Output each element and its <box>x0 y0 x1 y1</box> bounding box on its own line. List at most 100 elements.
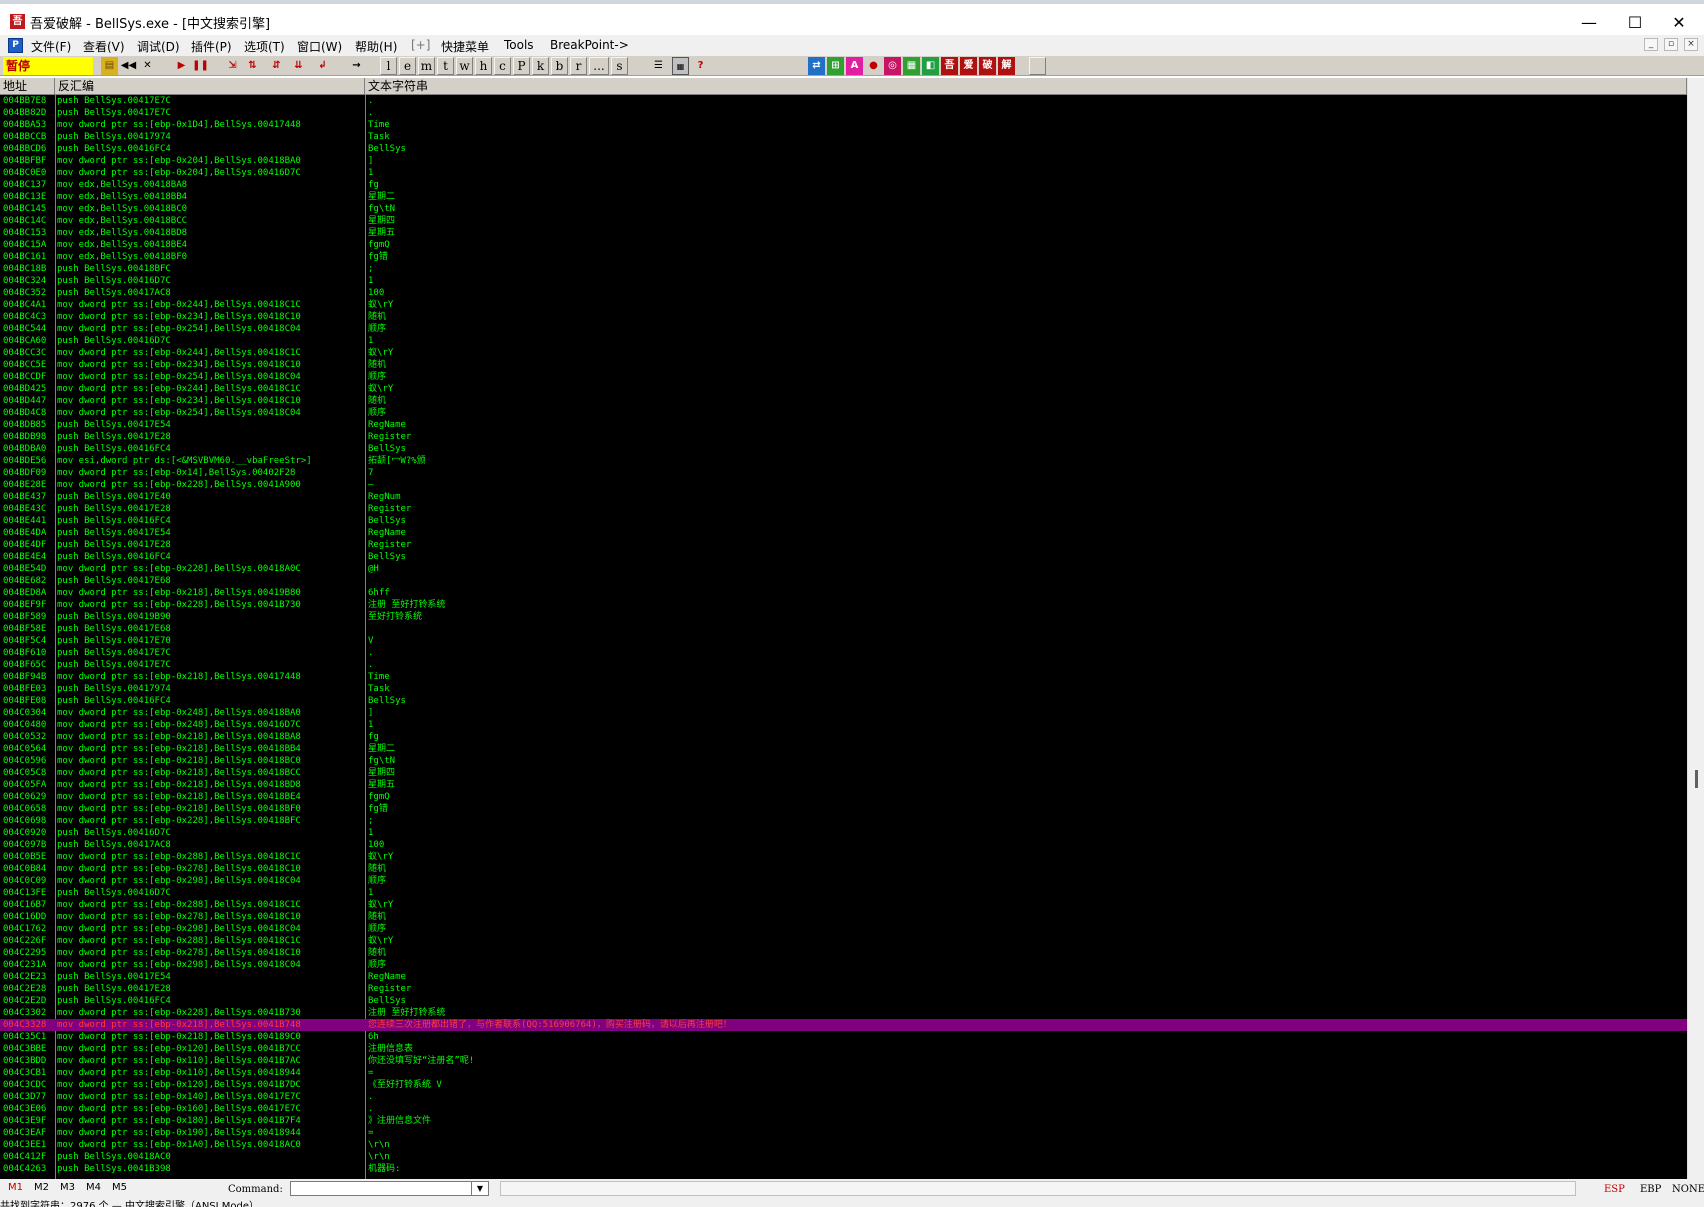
table-row[interactable]: 004C0658 mov dword ptr ss:[ebp-0x218],Bel… <box>0 803 1687 815</box>
tb-handles-button[interactable]: h <box>475 57 492 75</box>
pause-icon[interactable]: ❚❚ <box>192 57 209 75</box>
header-string[interactable]: 文本字符串 <box>365 78 1687 95</box>
menu-breakpoint[interactable]: BreakPoint-> <box>550 38 629 52</box>
table-row[interactable]: 004BE4DF push BellSys.00417E28 Register <box>0 539 1687 551</box>
tab-m3[interactable]: M3 <box>60 1182 75 1193</box>
menu-debug[interactable]: 调试(D) <box>137 38 180 55</box>
table-row[interactable]: 004C1762 mov dword ptr ss:[ebp-0x298],Bel… <box>0 923 1687 935</box>
tb-windows-button[interactable]: w <box>456 57 473 75</box>
tb-patches-button[interactable]: P <box>513 57 530 75</box>
table-row[interactable]: 004C2E23 push BellSys.00417E54 RegName <box>0 971 1687 983</box>
menu-plus[interactable]: [+] <box>411 38 430 52</box>
command-input[interactable] <box>290 1181 489 1196</box>
table-row[interactable]: 004BC18B push BellSys.00418BFC; <box>0 263 1687 275</box>
table-row[interactable]: 004BED8A mov dword ptr ss:[ebp-0x218],Bel… <box>0 587 1687 599</box>
table-row[interactable]: 004C3E9F mov dword ptr ss:[ebp-0x180],Bel… <box>0 1115 1687 1127</box>
table-row[interactable]: 004C3BBE mov dword ptr ss:[ebp-0x120],Bel… <box>0 1043 1687 1055</box>
table-row[interactable]: 004C0698 mov dword ptr ss:[ebp-0x228],Bel… <box>0 815 1687 827</box>
table-row[interactable]: 004C0304 mov dword ptr ss:[ebp-0x248],Bel… <box>0 707 1687 719</box>
help-icon[interactable]: ? <box>692 57 709 75</box>
menu-help[interactable]: 帮助(H) <box>355 38 397 55</box>
table-row[interactable]: 004BC352 push BellSys.00417AC8 100 <box>0 287 1687 299</box>
table-row[interactable]: 004C3CB1 mov dword ptr ss:[ebp-0x110],Bel… <box>0 1067 1687 1079</box>
plugin-wu-icon[interactable]: 吾 <box>941 57 958 75</box>
table-row[interactable]: 004BC161 mov edx,BellSys.00418BF0 fg错 <box>0 251 1687 263</box>
table-row[interactable]: 004BC4A1 mov dword ptr ss:[ebp-0x244],Bel… <box>0 299 1687 311</box>
table-row[interactable]: 004BC544 mov dword ptr ss:[ebp-0x254],Bel… <box>0 323 1687 335</box>
table-row[interactable]: 004BDE56 mov esi,dword ptr ds:[<&MSVBVM60… <box>0 455 1687 467</box>
table-row-selected[interactable]: 004C3328 mov dword ptr ss:[ebp-0x218],Bel… <box>0 1019 1687 1031</box>
table-row[interactable]: 004BCA60 push BellSys.00416D7C 1 <box>0 335 1687 347</box>
table-row[interactable]: 004BD4C8 mov dword ptr ss:[ebp-0x254],Bel… <box>0 407 1687 419</box>
restart-icon[interactable]: ◀◀ <box>120 57 137 75</box>
table-row[interactable]: 004C0564 mov dword ptr ss:[ebp-0x218],Bel… <box>0 743 1687 755</box>
close-button[interactable]: ✕ <box>1654 8 1704 38</box>
table-row[interactable]: 004C05C8 mov dword ptr ss:[ebp-0x218],Bel… <box>0 767 1687 779</box>
target-icon[interactable]: ◎ <box>884 57 901 75</box>
record-icon[interactable]: ● <box>865 57 882 75</box>
trace-over-icon[interactable]: ⇊ <box>290 57 307 75</box>
refresh-icon[interactable]: ⇄ <box>808 57 825 75</box>
window-grid-icon[interactable]: ▦ <box>672 57 689 75</box>
tab-m2[interactable]: M2 <box>34 1182 49 1193</box>
menu-tools[interactable]: Tools <box>504 38 534 52</box>
table-row[interactable]: 004BF94B mov dword ptr ss:[ebp-0x218],Bel… <box>0 671 1687 683</box>
table-row[interactable]: 004C226F mov dword ptr ss:[ebp-0x288],Bel… <box>0 935 1687 947</box>
plugin-a-icon[interactable]: A <box>846 57 863 75</box>
table-row[interactable]: 004C3EE1 mov dword ptr ss:[ebp-0x1A0],Bel… <box>0 1139 1687 1151</box>
table-row[interactable]: 004BB7E8 push BellSys.00417E7C. <box>0 95 1687 107</box>
table-row[interactable]: 004BC14C mov edx,BellSys.00418BCC 星期四 <box>0 215 1687 227</box>
menu-window[interactable]: 窗口(W) <box>297 38 342 55</box>
list-icon[interactable]: ☰ <box>650 57 667 75</box>
table-row[interactable]: 004BE54D mov dword ptr ss:[ebp-0x228],Bel… <box>0 563 1687 575</box>
table-row[interactable]: 004BC0E0 mov dword ptr ss:[ebp-0x204],Bel… <box>0 167 1687 179</box>
chevron-down-icon[interactable]: ▼ <box>471 1181 489 1196</box>
table-row[interactable]: 004C35C1 mov dword ptr ss:[ebp-0x218],Bel… <box>0 1031 1687 1043</box>
table-row[interactable]: 004BF610 push BellSys.00417E7C. <box>0 647 1687 659</box>
tb-breakpoints-button[interactable]: b <box>551 57 568 75</box>
vertical-scrollbar[interactable] <box>1687 78 1704 1179</box>
table-row[interactable]: 004BC324 push BellSys.00416D7C 1 <box>0 275 1687 287</box>
table-row[interactable]: 004BB82D push BellSys.00417E7C. <box>0 107 1687 119</box>
table-row[interactable]: 004C05FA mov dword ptr ss:[ebp-0x218],Bel… <box>0 779 1687 791</box>
string-listing[interactable]: 004BB7E8 push BellSys.00417E7C. 004BB82D pu… <box>0 95 1687 1179</box>
table-row[interactable]: 004C2E28 push BellSys.00417E28 Register <box>0 983 1687 995</box>
goto-icon[interactable]: → <box>348 57 365 75</box>
register-esp[interactable]: ESP <box>1604 1184 1625 1195</box>
table-row[interactable]: 004C0B84 mov dword ptr ss:[ebp-0x278],Bel… <box>0 863 1687 875</box>
tb-cpu-button[interactable]: c <box>494 57 511 75</box>
open-icon[interactable]: ▤ <box>101 57 118 75</box>
table-row[interactable]: 004C097B push BellSys.00417AC8 100 <box>0 839 1687 851</box>
table-row[interactable]: 004C0480 mov dword ptr ss:[ebp-0x248],Bel… <box>0 719 1687 731</box>
menu-plugins[interactable]: 插件(P) <box>191 38 232 55</box>
mdi-minimize-icon[interactable]: _ <box>1644 38 1658 51</box>
plugin-po-icon[interactable]: 破 <box>979 57 996 75</box>
table-row[interactable]: 004BBA53 mov dword ptr ss:[ebp-0x1D4],Bel… <box>0 119 1687 131</box>
table-row[interactable]: 004BE4E4 push BellSys.00416FC4 BellSys <box>0 551 1687 563</box>
step-into-icon[interactable]: ⇲ <box>224 57 241 75</box>
table-row[interactable]: 004BFE08 push BellSys.00416FC4 BellSys <box>0 695 1687 707</box>
panel-green-icon[interactable]: ◧ <box>922 57 939 75</box>
execute-till-return-icon[interactable]: ↲ <box>314 57 331 75</box>
table-row[interactable]: 004BC15A mov edx,BellSys.00418BE4 fgmQ <box>0 239 1687 251</box>
table-row[interactable]: 004BF58E push BellSys.00417E68 <box>0 623 1687 635</box>
table-row[interactable]: 004C0B5E mov dword ptr ss:[ebp-0x288],Bel… <box>0 851 1687 863</box>
grid-green-icon[interactable]: ▦ <box>903 57 920 75</box>
table-row[interactable]: 004C3EAF mov dword ptr ss:[ebp-0x190],Bel… <box>0 1127 1687 1139</box>
table-row[interactable]: 004C3D77 mov dword ptr ss:[ebp-0x140],Bel… <box>0 1091 1687 1103</box>
table-row[interactable]: 004BE4DA push BellSys.00417E54 RegName <box>0 527 1687 539</box>
table-row[interactable]: 004C16B7 mov dword ptr ss:[ebp-0x288],Bel… <box>0 899 1687 911</box>
table-row[interactable]: 004BC13E mov edx,BellSys.00418BB4 星期二 <box>0 191 1687 203</box>
tab-m4[interactable]: M4 <box>86 1182 101 1193</box>
register-ebp[interactable]: EBP <box>1640 1184 1661 1195</box>
table-row[interactable]: 004C3BDD mov dword ptr ss:[ebp-0x110],Bel… <box>0 1055 1687 1067</box>
table-row[interactable]: 004BD447 mov dword ptr ss:[ebp-0x234],Bel… <box>0 395 1687 407</box>
tb-log-button[interactable]: l <box>380 57 397 75</box>
table-row[interactable]: 004BBFBF mov dword ptr ss:[ebp-0x204],Bel… <box>0 155 1687 167</box>
table-row[interactable]: 004C0629 mov dword ptr ss:[ebp-0x218],Bel… <box>0 791 1687 803</box>
table-row[interactable]: 004C412F push BellSys.00418AC0 \r\n <box>0 1151 1687 1163</box>
table-row[interactable]: 004BF5C4 push BellSys.00417E70 V <box>0 635 1687 647</box>
table-row[interactable]: 004BCCDF mov dword ptr ss:[ebp-0x254],Bel… <box>0 371 1687 383</box>
tb-callstack-button[interactable]: k <box>532 57 549 75</box>
table-row[interactable]: 004BDB98 push BellSys.00417E28 Register <box>0 431 1687 443</box>
